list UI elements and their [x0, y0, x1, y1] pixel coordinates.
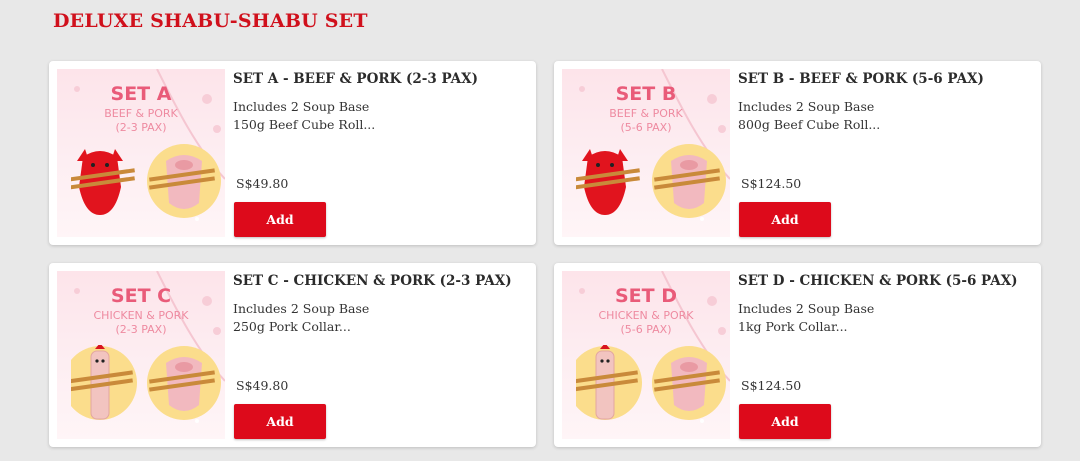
add-to-cart-button[interactable]: Add	[234, 202, 326, 237]
product-price: S$49.80	[236, 176, 289, 191]
product-illustration	[71, 144, 221, 218]
product-illustration	[576, 144, 726, 218]
image-set-name: SET B	[615, 83, 677, 105]
product-image[interactable]: SET C CHICKEN & PORK (2-3 PAX)	[57, 271, 225, 439]
product-price: S$124.50	[741, 176, 802, 191]
pig-chopsticks-icon	[652, 346, 726, 420]
image-set-name: SET C	[110, 285, 172, 307]
image-set-subtitle: CHICKEN & PORK (2-3 PAX)	[93, 309, 189, 336]
pig-chopsticks-icon	[147, 144, 221, 218]
desc-line: 1kg Pork Collar...	[738, 319, 848, 334]
desc-line: 150g Beef Cube Roll...	[233, 117, 376, 132]
add-to-cart-button[interactable]: Add	[739, 202, 831, 237]
desc-line: Includes 2 Soup Base	[233, 99, 370, 114]
desc-line: 250g Pork Collar...	[233, 319, 351, 334]
product-description: Includes 2 Soup Base 150g Beef Cube Roll…	[233, 98, 375, 134]
image-set-subtitle: BEEF & PORK (5-6 PAX)	[609, 107, 683, 134]
product-card[interactable]: SET D CHICKEN & PORK (5-6 PAX) SET D - C…	[554, 263, 1041, 447]
product-illustration	[576, 345, 726, 420]
product-title[interactable]: SET A - BEEF & PORK (2-3 PAX)	[233, 71, 478, 87]
pig-chopsticks-icon	[652, 144, 726, 218]
desc-line: Includes 2 Soup Base	[233, 301, 370, 316]
product-card[interactable]: SET A BEEF & PORK (2-3 PAX) SET A - BEEF…	[49, 61, 536, 245]
product-illustration	[71, 345, 221, 420]
product-image[interactable]: SET D CHICKEN & PORK (5-6 PAX)	[562, 271, 730, 439]
image-set-subtitle: BEEF & PORK (2-3 PAX)	[104, 107, 178, 134]
product-grid: SET A BEEF & PORK (2-3 PAX) SET A - BEEF…	[49, 61, 1041, 461]
chicken-chopsticks-icon	[576, 345, 642, 420]
product-title[interactable]: SET D - CHICKEN & PORK (5-6 PAX)	[738, 273, 1018, 289]
pig-chopsticks-icon	[147, 346, 221, 420]
image-set-name: SET D	[614, 285, 677, 307]
product-title[interactable]: SET B - BEEF & PORK (5-6 PAX)	[738, 71, 984, 87]
chicken-chopsticks-icon	[71, 345, 137, 420]
product-price: S$49.80	[236, 378, 289, 393]
bull-chopsticks-icon	[71, 149, 135, 215]
product-description: Includes 2 Soup Base 1kg Pork Collar...	[738, 300, 874, 336]
bull-chopsticks-icon	[576, 149, 640, 215]
section-title: DELUXE SHABU-SHABU SET	[53, 10, 368, 32]
product-card[interactable]: SET B BEEF & PORK (5-6 PAX) SET B - BEEF…	[554, 61, 1041, 245]
add-to-cart-button[interactable]: Add	[739, 404, 831, 439]
product-description: Includes 2 Soup Base 800g Beef Cube Roll…	[738, 98, 880, 134]
desc-line: Includes 2 Soup Base	[738, 301, 875, 316]
add-to-cart-button[interactable]: Add	[234, 404, 326, 439]
product-price: S$124.50	[741, 378, 802, 393]
product-image[interactable]: SET A BEEF & PORK (2-3 PAX)	[57, 69, 225, 237]
product-title[interactable]: SET C - CHICKEN & PORK (2-3 PAX)	[233, 273, 512, 289]
image-set-subtitle: CHICKEN & PORK (5-6 PAX)	[598, 309, 694, 336]
desc-line: Includes 2 Soup Base	[738, 99, 875, 114]
product-card[interactable]: SET C CHICKEN & PORK (2-3 PAX) SET C - C…	[49, 263, 536, 447]
product-description: Includes 2 Soup Base 250g Pork Collar...	[233, 300, 369, 336]
desc-line: 800g Beef Cube Roll...	[738, 117, 881, 132]
product-image[interactable]: SET B BEEF & PORK (5-6 PAX)	[562, 69, 730, 237]
image-set-name: SET A	[110, 83, 172, 105]
